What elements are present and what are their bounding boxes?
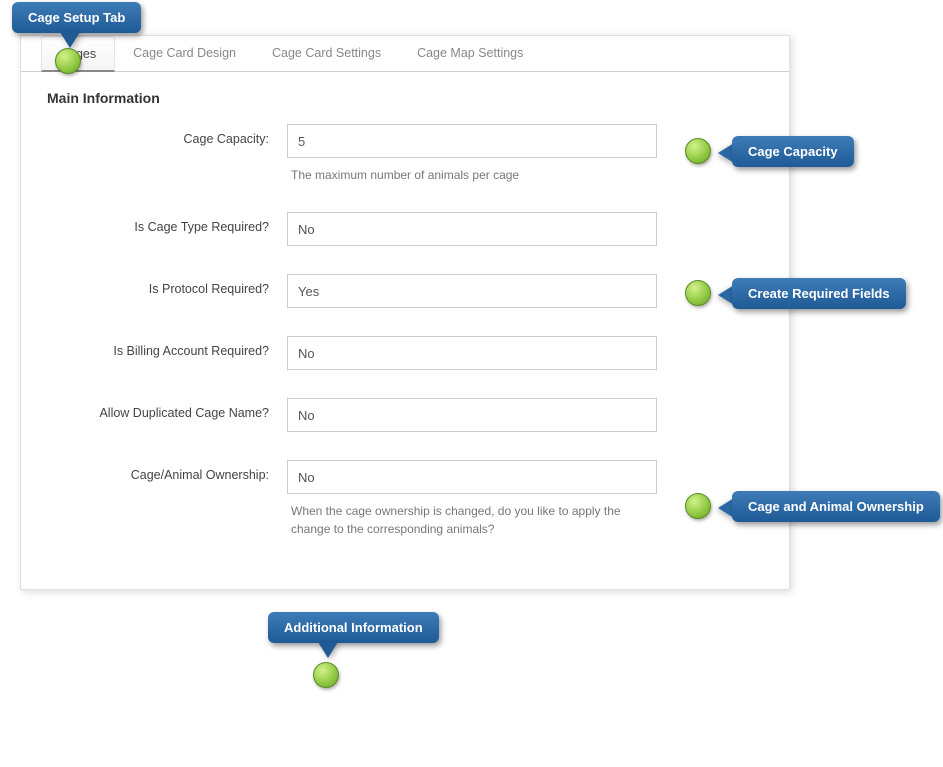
marker-ownership	[685, 493, 711, 519]
label-cage-type-required: Is Cage Type Required?	[47, 212, 287, 234]
marker-additional-info	[313, 662, 339, 688]
callout-tail-additional-info	[318, 642, 338, 658]
label-cage-capacity: Cage Capacity:	[47, 124, 287, 146]
tab-bar: Cages Cage Card Design Cage Card Setting…	[21, 36, 789, 72]
row-billing-required: Is Billing Account Required?	[21, 336, 789, 370]
label-allow-dup-name: Allow Duplicated Cage Name?	[47, 398, 287, 420]
callout-cage-setup-tab: Cage Setup Tab	[12, 2, 141, 33]
input-billing-required[interactable]	[287, 336, 657, 370]
callout-ownership: Cage and Animal Ownership	[732, 491, 940, 522]
row-protocol-required: Is Protocol Required?	[21, 274, 789, 308]
help-cage-capacity: The maximum number of animals per cage	[287, 158, 657, 184]
row-cage-type-required: Is Cage Type Required?	[21, 212, 789, 246]
input-allow-dup-name[interactable]	[287, 398, 657, 432]
tab-cage-map-settings[interactable]: Cage Map Settings	[399, 36, 541, 71]
label-protocol-required: Is Protocol Required?	[47, 274, 287, 296]
row-allow-dup-name: Allow Duplicated Cage Name?	[21, 398, 789, 432]
help-ownership: When the cage ownership is changed, do y…	[287, 494, 657, 538]
label-ownership: Cage/Animal Ownership:	[47, 460, 287, 482]
marker-cage-setup-tab	[55, 48, 81, 74]
cage-setup-panel: Cages Cage Card Design Cage Card Setting…	[20, 35, 790, 590]
input-protocol-required[interactable]	[287, 274, 657, 308]
callout-tail-cage-setup-tab	[60, 32, 80, 48]
marker-cage-capacity	[685, 138, 711, 164]
section-title-main-info: Main Information	[21, 72, 789, 124]
tab-cage-card-settings[interactable]: Cage Card Settings	[254, 36, 399, 71]
row-ownership: Cage/Animal Ownership: When the cage own…	[21, 460, 789, 538]
callout-required-fields: Create Required Fields	[732, 278, 906, 309]
callout-cage-capacity: Cage Capacity	[732, 136, 854, 167]
label-billing-required: Is Billing Account Required?	[47, 336, 287, 358]
input-ownership[interactable]	[287, 460, 657, 494]
input-cage-type-required[interactable]	[287, 212, 657, 246]
marker-required-fields	[685, 280, 711, 306]
row-cage-capacity: Cage Capacity: The maximum number of ani…	[21, 124, 789, 184]
tab-cage-card-design[interactable]: Cage Card Design	[115, 36, 254, 71]
callout-additional-info: Additional Information	[268, 612, 439, 643]
input-cage-capacity[interactable]	[287, 124, 657, 158]
